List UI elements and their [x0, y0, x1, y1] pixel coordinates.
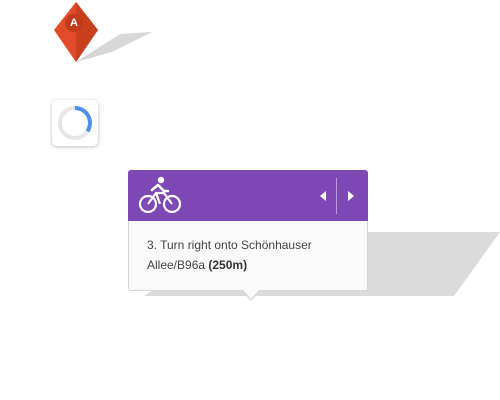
next-step-button[interactable] [338, 178, 364, 214]
popup-header [128, 170, 368, 221]
map-canvas[interactable]: A 3. Turn right onto Schönhauser Allee/B… [0, 0, 500, 400]
previous-step-button[interactable] [310, 178, 336, 214]
popup-tail [242, 289, 260, 299]
nav-divider [336, 178, 337, 214]
bicycle-icon [138, 176, 182, 214]
caret-right-icon [348, 191, 354, 201]
step-instruction: 3. Turn right onto Schönhauser Allee/B96… [147, 235, 352, 275]
caret-left-icon [320, 191, 326, 201]
distance-text: (250m) [208, 258, 248, 272]
directions-popup: 3. Turn right onto Schönhauser Allee/B96… [128, 170, 368, 291]
